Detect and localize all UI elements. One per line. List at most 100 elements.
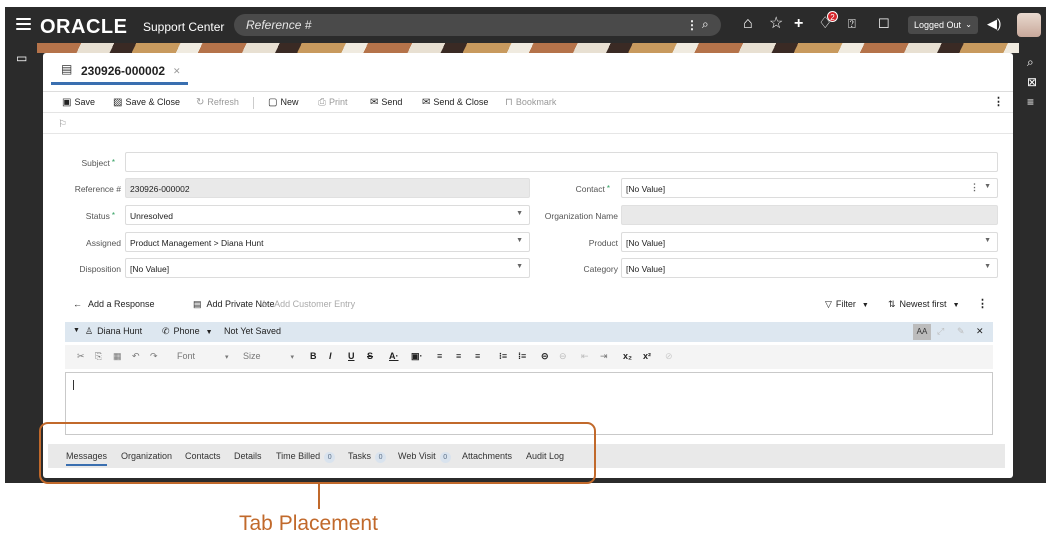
subject-field[interactable] <box>125 152 998 172</box>
add-response-button[interactable]: ← Add a Response <box>73 299 155 309</box>
record-tab[interactable]: ▤ 230926-000002 ✕ <box>51 57 188 85</box>
menu-icon[interactable] <box>16 18 31 30</box>
close-icon[interactable]: ✕ <box>976 326 984 337</box>
person-icon: ♙ <box>260 299 269 309</box>
user-avatar[interactable] <box>1017 13 1041 37</box>
kebab-icon[interactable]: ⋮ <box>970 182 979 193</box>
status-label: Status * <box>85 211 115 221</box>
font-size-toggle[interactable]: AA <box>913 324 931 340</box>
bookmark-icon: ⊓ <box>505 97 513 108</box>
close-icon[interactable]: ✕ <box>173 66 181 77</box>
highlight-icon[interactable]: ▣· <box>411 351 423 362</box>
comment-icon[interactable]: ▭ <box>16 51 27 65</box>
chevron-down-icon: ▼ <box>984 237 991 244</box>
no-video-icon[interactable]: ⊠ <box>1027 75 1037 89</box>
chevron-down-icon: ▼ <box>984 263 991 270</box>
align-center-icon[interactable]: ≡ <box>456 351 461 361</box>
indent-icon[interactable]: ⇥ <box>600 351 608 362</box>
text-color-icon[interactable]: A· <box>389 351 399 361</box>
refresh-icon: ↻ <box>196 97 205 108</box>
cut-icon[interactable]: ✂ <box>77 351 85 362</box>
strikethrough-icon[interactable]: S <box>367 351 373 361</box>
chevron-down-icon: ▼ <box>516 263 523 270</box>
filter-button[interactable]: ▽ Filter ▼ <box>825 299 869 310</box>
collapse-icon[interactable]: ▼ <box>73 327 80 334</box>
search-icon[interactable]: ⌕ <box>702 17 709 32</box>
numbered-list-icon[interactable]: ⁞≡ <box>518 351 526 361</box>
send-close-button[interactable]: ✉ Send & Close <box>422 97 488 108</box>
flag-icon[interactable]: ⚐ <box>58 119 67 130</box>
more-options-icon[interactable]: ⋮ <box>977 297 988 310</box>
underline-icon[interactable]: U <box>348 351 355 361</box>
toolbar-divider <box>253 97 254 109</box>
add-customer-entry-button[interactable]: ♙ Add Customer Entry <box>260 299 355 310</box>
home-icon[interactable]: ⌂ <box>743 15 753 33</box>
save-button[interactable]: ▣ Save <box>62 97 95 108</box>
bold-icon[interactable]: B <box>310 351 317 361</box>
organization-field <box>621 205 998 225</box>
rich-text-toolbar: ✂ ⎘ ▦ ↶ ↷ Font ▾ Size ▾ B I U S A· ▣· ≡ ≡ … <box>65 345 993 369</box>
callout-pointer <box>318 484 320 509</box>
align-right-icon[interactable]: ≡ <box>475 351 480 361</box>
sort-icon: ⇅ <box>888 299 896 309</box>
app-window: ORACLE Support Center ⋮ ⌕ ⌂ ☆ + ♢ 2 ⍰ ☐ … <box>5 7 1046 483</box>
chevron-down-icon: ▼ <box>861 302 869 309</box>
bookmark-button[interactable]: ⊓ Bookmark <box>505 97 556 108</box>
undo-icon[interactable]: ↶ <box>132 351 140 362</box>
login-status-dropdown[interactable]: Logged Out ⌄ <box>908 16 978 34</box>
send-button[interactable]: ✉ Send <box>370 97 402 108</box>
status-select[interactable]: Unresolved ▼ <box>125 205 530 225</box>
refresh-button[interactable]: ↻ Refresh <box>196 97 239 108</box>
font-select[interactable]: Font ▾ <box>177 351 229 361</box>
chevron-down-icon: ⌄ <box>965 20 972 29</box>
copy-icon[interactable]: ⎘ <box>95 351 102 362</box>
link-icon[interactable]: ⊝ <box>541 351 549 362</box>
save-close-button[interactable]: ▨ Save & Close <box>113 97 180 108</box>
category-select[interactable]: [No Value] ▼ <box>621 258 998 278</box>
redo-icon[interactable]: ↷ <box>150 351 158 362</box>
new-button[interactable]: ▢ New <box>268 97 298 108</box>
chevron-down-icon: ▼ <box>984 183 991 190</box>
channel-selector[interactable]: ✆ Phone ▼ <box>162 326 213 337</box>
chevron-down-icon: ▼ <box>952 302 960 309</box>
sort-button[interactable]: ⇅ Newest first ▼ <box>888 299 960 310</box>
superscript-icon[interactable]: x² <box>643 351 651 361</box>
record-number: 230926-000002 <box>81 64 166 78</box>
note-icon: ▤ <box>193 299 202 309</box>
edit-icon[interactable]: ✎ <box>957 326 965 337</box>
global-search[interactable]: ⋮ ⌕ <box>234 14 721 36</box>
italic-icon[interactable]: I <box>329 351 332 361</box>
chat-icon[interactable]: ☐ <box>878 15 890 33</box>
attach-icon[interactable]: ⊘ <box>665 351 673 362</box>
bullet-list-icon[interactable]: ⁝≡ <box>499 351 507 362</box>
search-options-icon[interactable]: ⋮ <box>686 18 698 32</box>
unlink-icon[interactable]: ⊖ <box>559 351 567 362</box>
star-icon[interactable]: ☆ <box>769 15 783 33</box>
print-button[interactable]: ⎙ Print <box>318 97 348 108</box>
speaker-icon[interactable]: ◀) <box>987 15 1001 33</box>
contact-select[interactable]: [No Value] ⋮ ▼ <box>621 178 998 198</box>
outdent-icon[interactable]: ⇤ <box>581 351 589 362</box>
subject-label: Subject * <box>81 158 115 168</box>
brand-logo: ORACLE <box>40 16 128 38</box>
align-left-icon[interactable]: ≡ <box>437 351 442 361</box>
paste-icon[interactable]: ▦ <box>113 351 122 362</box>
phone-icon: ✆ <box>162 326 170 336</box>
product-select[interactable]: [No Value] ▼ <box>621 232 998 252</box>
disposition-select[interactable]: [No Value] ▼ <box>125 258 530 278</box>
list-icon[interactable]: ≡ <box>1027 95 1034 109</box>
author-selector[interactable]: ♙ Diana Hunt <box>85 326 142 337</box>
help-icon[interactable]: ⍰ <box>848 15 856 33</box>
more-options-icon[interactable]: ⋮ <box>993 95 1004 108</box>
plus-icon[interactable]: + <box>794 15 803 33</box>
assigned-select[interactable]: Product Management > Diana Hunt ▼ <box>125 232 530 252</box>
incident-icon: ▤ <box>61 62 73 76</box>
search-input[interactable] <box>246 17 646 33</box>
size-select[interactable]: Size ▾ <box>243 351 294 361</box>
expand-icon[interactable]: ⤢ <box>937 326 944 337</box>
search-icon[interactable]: ⌕ <box>1027 55 1034 70</box>
subscript-icon[interactable]: x₂ <box>623 351 632 361</box>
chevron-down-icon: ▼ <box>205 329 213 336</box>
reply-icon: ← <box>73 299 82 309</box>
top-bar: ORACLE Support Center ⋮ ⌕ ⌂ ☆ + ♢ 2 ⍰ ☐ … <box>5 7 1046 43</box>
